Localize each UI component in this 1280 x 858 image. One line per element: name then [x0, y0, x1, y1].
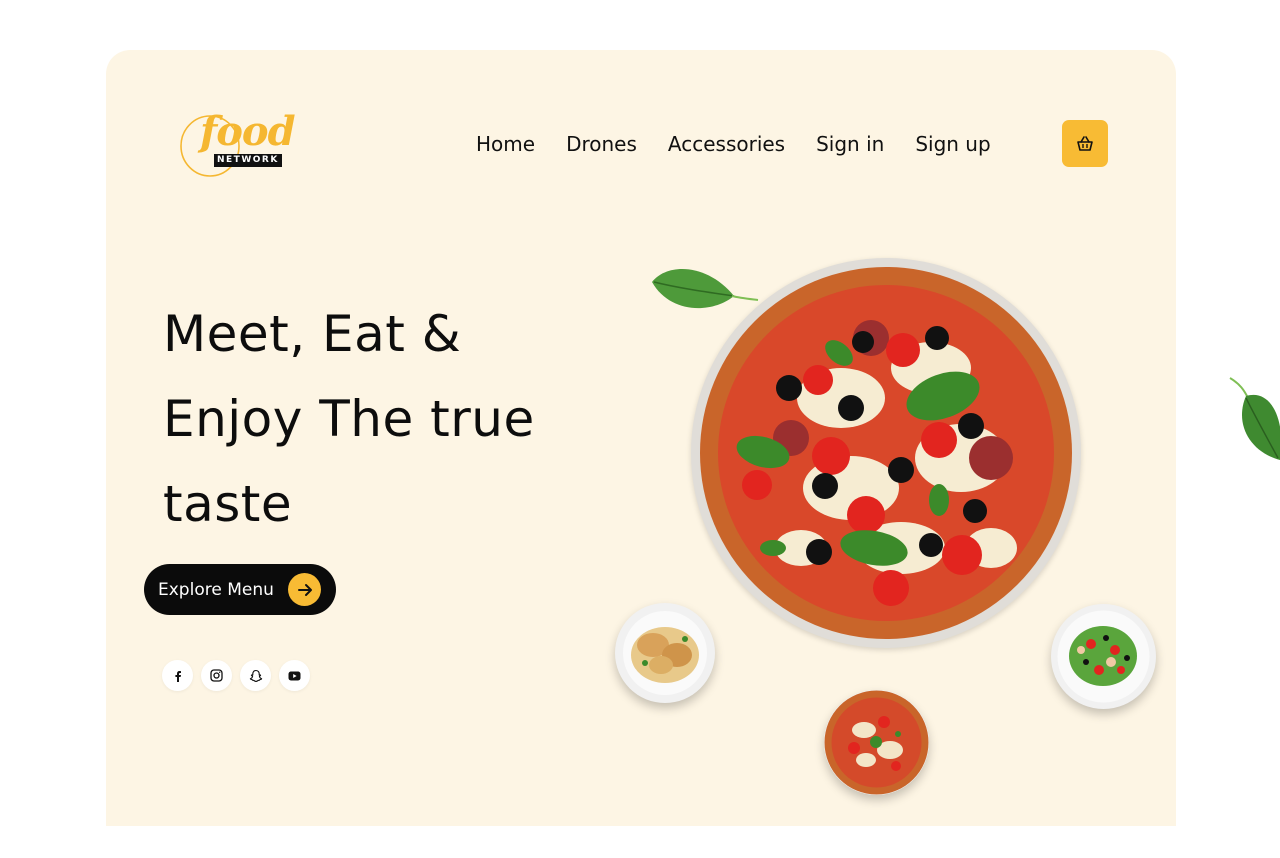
youtube-icon [288, 671, 301, 680]
instagram-icon [210, 669, 223, 682]
nav-accessories[interactable]: Accessories [668, 130, 785, 158]
cart-button[interactable] [1062, 120, 1108, 167]
pasta-plate-image [615, 603, 715, 703]
facebook-link[interactable] [162, 660, 193, 691]
hero-heading: Meet, Eat & Enjoy The true taste [163, 292, 603, 547]
logo-subtitle: NETWORK [214, 154, 282, 167]
nav-sign-in[interactable]: Sign in [816, 130, 884, 158]
arrow-right-icon [288, 573, 321, 606]
snapchat-link[interactable] [240, 660, 271, 691]
logo-word: food [200, 108, 296, 155]
youtube-link[interactable] [279, 660, 310, 691]
nav-home[interactable]: Home [476, 130, 535, 158]
social-links [162, 660, 310, 691]
snapchat-icon [249, 669, 262, 682]
explore-menu-label: Explore Menu [158, 579, 274, 600]
salad-plate-image [1051, 604, 1156, 709]
small-pizza-image [824, 690, 929, 795]
hero-line-1: Meet, Eat & [163, 305, 462, 363]
basil-leaf-edge-image [1229, 377, 1280, 460]
facebook-icon [174, 670, 181, 682]
basket-icon [1077, 135, 1093, 151]
food-network-logo[interactable]: food NETWORK [178, 108, 302, 178]
instagram-link[interactable] [201, 660, 232, 691]
hero-line-3: taste [163, 475, 293, 533]
nav-sign-up[interactable]: Sign up [915, 130, 990, 158]
hero-line-2: Enjoy The true [163, 390, 535, 448]
main-nav: Home Drones Accessories Sign in Sign up [476, 130, 1022, 158]
pizza-image [691, 258, 1081, 648]
explore-menu-button[interactable]: Explore Menu [144, 564, 336, 615]
nav-drones[interactable]: Drones [566, 130, 637, 158]
